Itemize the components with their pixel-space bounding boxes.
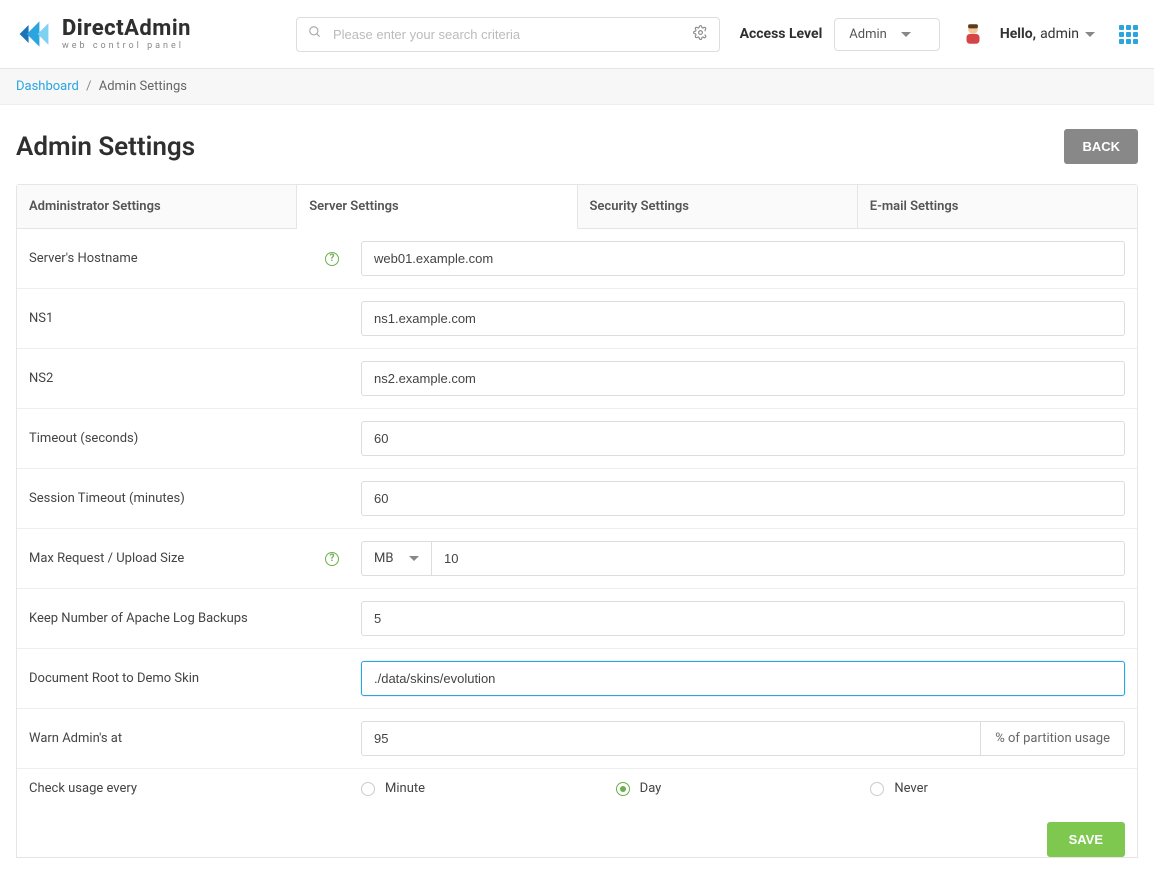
directadmin-logo-icon: [16, 16, 52, 52]
input-ns2[interactable]: [361, 361, 1125, 396]
row-check-usage: Check usage every Minute Day Never: [17, 769, 1137, 808]
greeting-name: admin: [1040, 26, 1079, 42]
search-icon: [308, 25, 322, 43]
unit-select[interactable]: MB: [361, 541, 431, 576]
brand-text: DirectAdmin web control panel: [62, 18, 191, 51]
app-grid-icon[interactable]: [1119, 25, 1138, 44]
radio-minute-label: Minute: [385, 781, 425, 796]
user-greeting[interactable]: Hello, admin: [1000, 26, 1095, 42]
row-warn-admins: Warn Admin's at % of partition usage: [17, 709, 1137, 769]
input-ns1[interactable]: [361, 301, 1125, 336]
tabs-row: Administrator Settings Server Settings S…: [17, 185, 1137, 229]
chevron-down-icon: [1085, 32, 1095, 37]
warn-admins-suffix: % of partition usage: [981, 721, 1125, 756]
chevron-down-icon: [901, 32, 911, 37]
access-level-label: Access Level: [740, 26, 823, 42]
brand-tagline: web control panel: [62, 42, 191, 51]
brand-logo[interactable]: DirectAdmin web control panel: [16, 16, 276, 52]
radio-minute[interactable]: Minute: [361, 781, 616, 796]
input-timeout[interactable]: [361, 421, 1125, 456]
label-check-usage: Check usage every: [29, 781, 137, 796]
brand-name-strong: Direct: [62, 16, 124, 41]
help-icon[interactable]: ?: [325, 552, 339, 566]
tab-security-settings[interactable]: Security Settings: [578, 185, 858, 229]
breadcrumb: Dashboard / Admin Settings: [0, 69, 1154, 105]
access-level-value: Admin: [849, 27, 887, 42]
help-icon[interactable]: ?: [325, 252, 339, 266]
input-apache-backups[interactable]: [361, 601, 1125, 636]
chevron-down-icon: [409, 556, 419, 561]
settings-panel: Administrator Settings Server Settings S…: [16, 184, 1138, 858]
row-apache-backups: Keep Number of Apache Log Backups: [17, 589, 1137, 649]
input-hostname[interactable]: [361, 241, 1125, 276]
label-max-request: Max Request / Upload Size: [29, 551, 184, 566]
save-row: SAVE: [17, 808, 1137, 857]
tab-server-settings[interactable]: Server Settings: [297, 185, 577, 229]
input-warn-admins[interactable]: [361, 721, 981, 756]
row-hostname: Server's Hostname ?: [17, 229, 1137, 289]
gear-icon[interactable]: [693, 25, 708, 44]
access-level-wrap: Access Level Admin: [740, 18, 940, 51]
input-session-timeout[interactable]: [361, 481, 1125, 516]
row-timeout: Timeout (seconds): [17, 409, 1137, 469]
user-menu-wrap: Hello, admin: [960, 21, 1138, 47]
row-ns1: NS1: [17, 289, 1137, 349]
access-level-select[interactable]: Admin: [834, 18, 940, 51]
top-header: DirectAdmin web control panel Access Lev…: [0, 0, 1154, 69]
breadcrumb-separator: /: [86, 79, 91, 94]
form-body: Server's Hostname ? NS1 NS2 Timeout (sec…: [17, 229, 1137, 857]
greeting-prefix: Hello,: [1000, 26, 1036, 42]
radio-never-label: Never: [894, 781, 928, 796]
radio-day[interactable]: Day: [616, 781, 871, 796]
label-ns1: NS1: [29, 311, 53, 326]
avatar-icon: [960, 21, 986, 47]
row-docroot: Document Root to Demo Skin: [17, 649, 1137, 709]
label-hostname: Server's Hostname: [29, 251, 138, 266]
breadcrumb-root[interactable]: Dashboard: [16, 79, 79, 94]
row-max-request: Max Request / Upload Size ? MB: [17, 529, 1137, 589]
unit-value: MB: [374, 551, 393, 566]
tab-email-settings[interactable]: E-mail Settings: [858, 185, 1137, 229]
label-warn-admins: Warn Admin's at: [29, 731, 122, 746]
back-button[interactable]: BACK: [1064, 129, 1138, 164]
radio-day-label: Day: [640, 781, 662, 796]
radio-group-check-usage: Minute Day Never: [361, 781, 1125, 796]
row-ns2: NS2: [17, 349, 1137, 409]
brand-name-rest: Admin: [124, 16, 191, 41]
page-title: Admin Settings: [16, 132, 195, 162]
tab-administrator-settings[interactable]: Administrator Settings: [17, 185, 297, 229]
label-timeout: Timeout (seconds): [29, 431, 138, 446]
radio-never[interactable]: Never: [870, 781, 1125, 796]
breadcrumb-current: Admin Settings: [99, 79, 187, 94]
search-container: [296, 17, 720, 52]
label-session-timeout: Session Timeout (minutes): [29, 491, 185, 506]
label-ns2: NS2: [29, 371, 53, 386]
input-docroot[interactable]: [361, 661, 1125, 696]
label-apache-backups: Keep Number of Apache Log Backups: [29, 611, 248, 626]
search-input[interactable]: [296, 17, 720, 52]
title-row: Admin Settings BACK: [0, 105, 1154, 184]
row-session-timeout: Session Timeout (minutes): [17, 469, 1137, 529]
save-button[interactable]: SAVE: [1047, 822, 1125, 857]
label-docroot: Document Root to Demo Skin: [29, 671, 199, 686]
input-max-request[interactable]: [431, 541, 1125, 576]
